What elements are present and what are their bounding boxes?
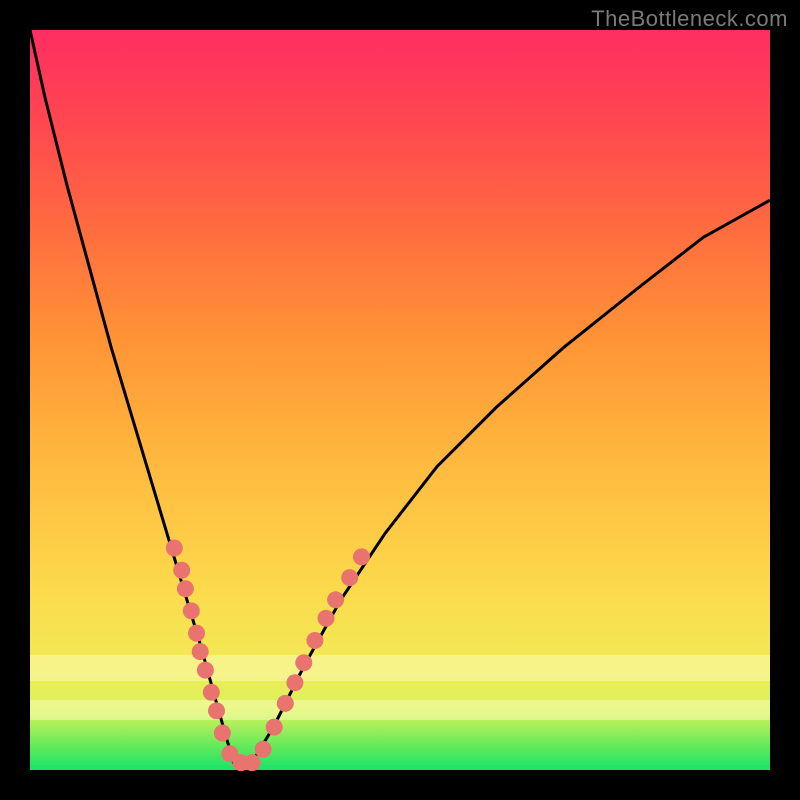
data-dot — [214, 725, 231, 742]
data-dot — [177, 580, 194, 597]
data-dot — [255, 741, 272, 758]
data-dot — [173, 562, 190, 579]
data-dot — [341, 569, 358, 586]
data-dot — [183, 602, 200, 619]
data-dot — [277, 695, 294, 712]
bottleneck-curve — [30, 30, 770, 763]
chart-frame: TheBottleneck.com — [0, 0, 800, 800]
data-dot — [208, 702, 225, 719]
data-dot — [188, 625, 205, 642]
data-dot — [353, 548, 370, 565]
watermark-text: TheBottleneck.com — [591, 6, 788, 32]
chart-svg — [30, 30, 770, 770]
data-dot — [295, 654, 312, 671]
data-dot — [203, 684, 220, 701]
data-dot — [244, 754, 261, 771]
data-dot — [166, 540, 183, 557]
data-dot — [318, 610, 335, 627]
data-dot — [192, 643, 209, 660]
data-dot — [286, 674, 303, 691]
data-dot — [266, 719, 283, 736]
data-dot — [306, 632, 323, 649]
data-dot — [197, 662, 214, 679]
data-dot — [327, 591, 344, 608]
